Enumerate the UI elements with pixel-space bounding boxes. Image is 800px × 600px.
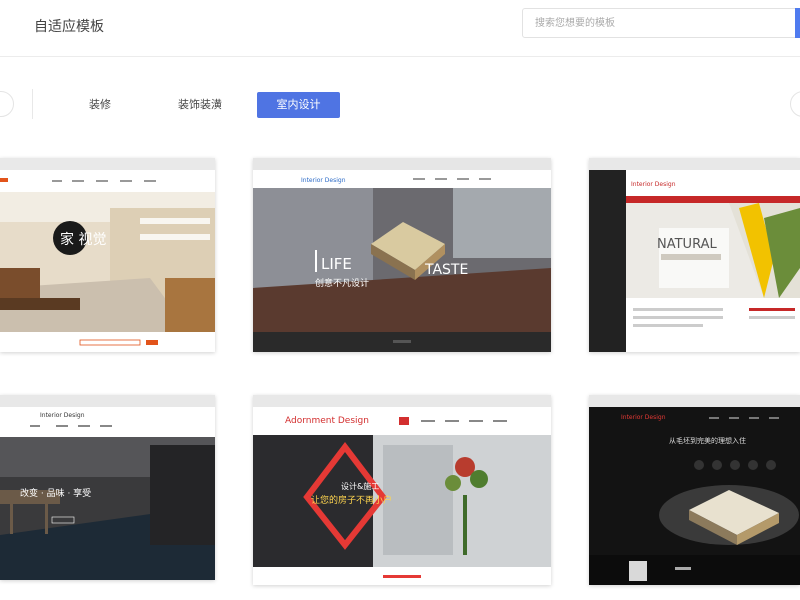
template-preview-3: Interior Design NATURAL bbox=[589, 158, 800, 352]
template-card-6[interactable]: Interior Design 从毛坯到完美的理想入住 bbox=[589, 395, 800, 585]
card5-logo: Adornment Design bbox=[285, 416, 369, 426]
page-title: 自适应模板 bbox=[34, 19, 104, 35]
card5-sub-headline: 让您的房子不再小户 bbox=[311, 494, 392, 506]
card2-logo: Interior Design bbox=[301, 177, 346, 184]
category-tab-3[interactable]: 室内设计 bbox=[257, 92, 340, 118]
card1-overlay-text: 家 视觉 bbox=[60, 231, 106, 248]
template-card-2[interactable]: Interior Design LIFE TASTE 创意不凡设计 bbox=[253, 158, 551, 352]
prev-category-arrow[interactable] bbox=[0, 91, 14, 117]
template-card-3[interactable]: Interior Design NATURAL bbox=[589, 158, 800, 352]
card6-headline: 从毛坯到完美的理想入住 bbox=[669, 436, 746, 445]
template-preview-1: 家 视觉 bbox=[0, 158, 215, 352]
next-category-arrow[interactable] bbox=[790, 91, 800, 117]
category-tab-2[interactable]: 装饰装潢 bbox=[168, 92, 232, 118]
template-preview-2: Interior Design LIFE TASTE 创意不凡设计 bbox=[253, 158, 551, 352]
top-bar: 自适应模板 bbox=[0, 0, 800, 57]
category-divider bbox=[32, 89, 33, 119]
card5-headline: 设计&施工 bbox=[341, 481, 379, 491]
search-input[interactable] bbox=[523, 9, 787, 37]
template-preview-4: Interior Design 改变 · 品味 · 享受 bbox=[0, 395, 215, 580]
card6-logo: Interior Design bbox=[621, 414, 666, 421]
card4-headline: 改变 · 品味 · 享受 bbox=[20, 487, 91, 499]
card4-logo: Interior Design bbox=[40, 412, 85, 419]
template-preview-6: Interior Design 从毛坯到完美的理想入住 bbox=[589, 395, 800, 585]
template-card-4[interactable]: Interior Design 改变 · 品味 · 享受 bbox=[0, 395, 215, 580]
template-preview-5: Adornment Design 设计&施工 让您的房子不再小户 bbox=[253, 395, 551, 585]
template-card-5[interactable]: Adornment Design 设计&施工 让您的房子不再小户 bbox=[253, 395, 551, 585]
search-button[interactable] bbox=[795, 8, 800, 38]
card2-sub-text: 创意不凡设计 bbox=[315, 277, 369, 289]
card2-right-text: TASTE bbox=[424, 262, 468, 278]
template-card-1[interactable]: 家 视觉 bbox=[0, 158, 215, 352]
card3-headline: NATURAL bbox=[657, 237, 717, 252]
search-box[interactable] bbox=[522, 8, 798, 38]
category-tab-1[interactable]: 装修 bbox=[80, 92, 120, 118]
card3-logo: Interior Design bbox=[631, 181, 676, 188]
card2-left-text: LIFE bbox=[321, 255, 352, 273]
